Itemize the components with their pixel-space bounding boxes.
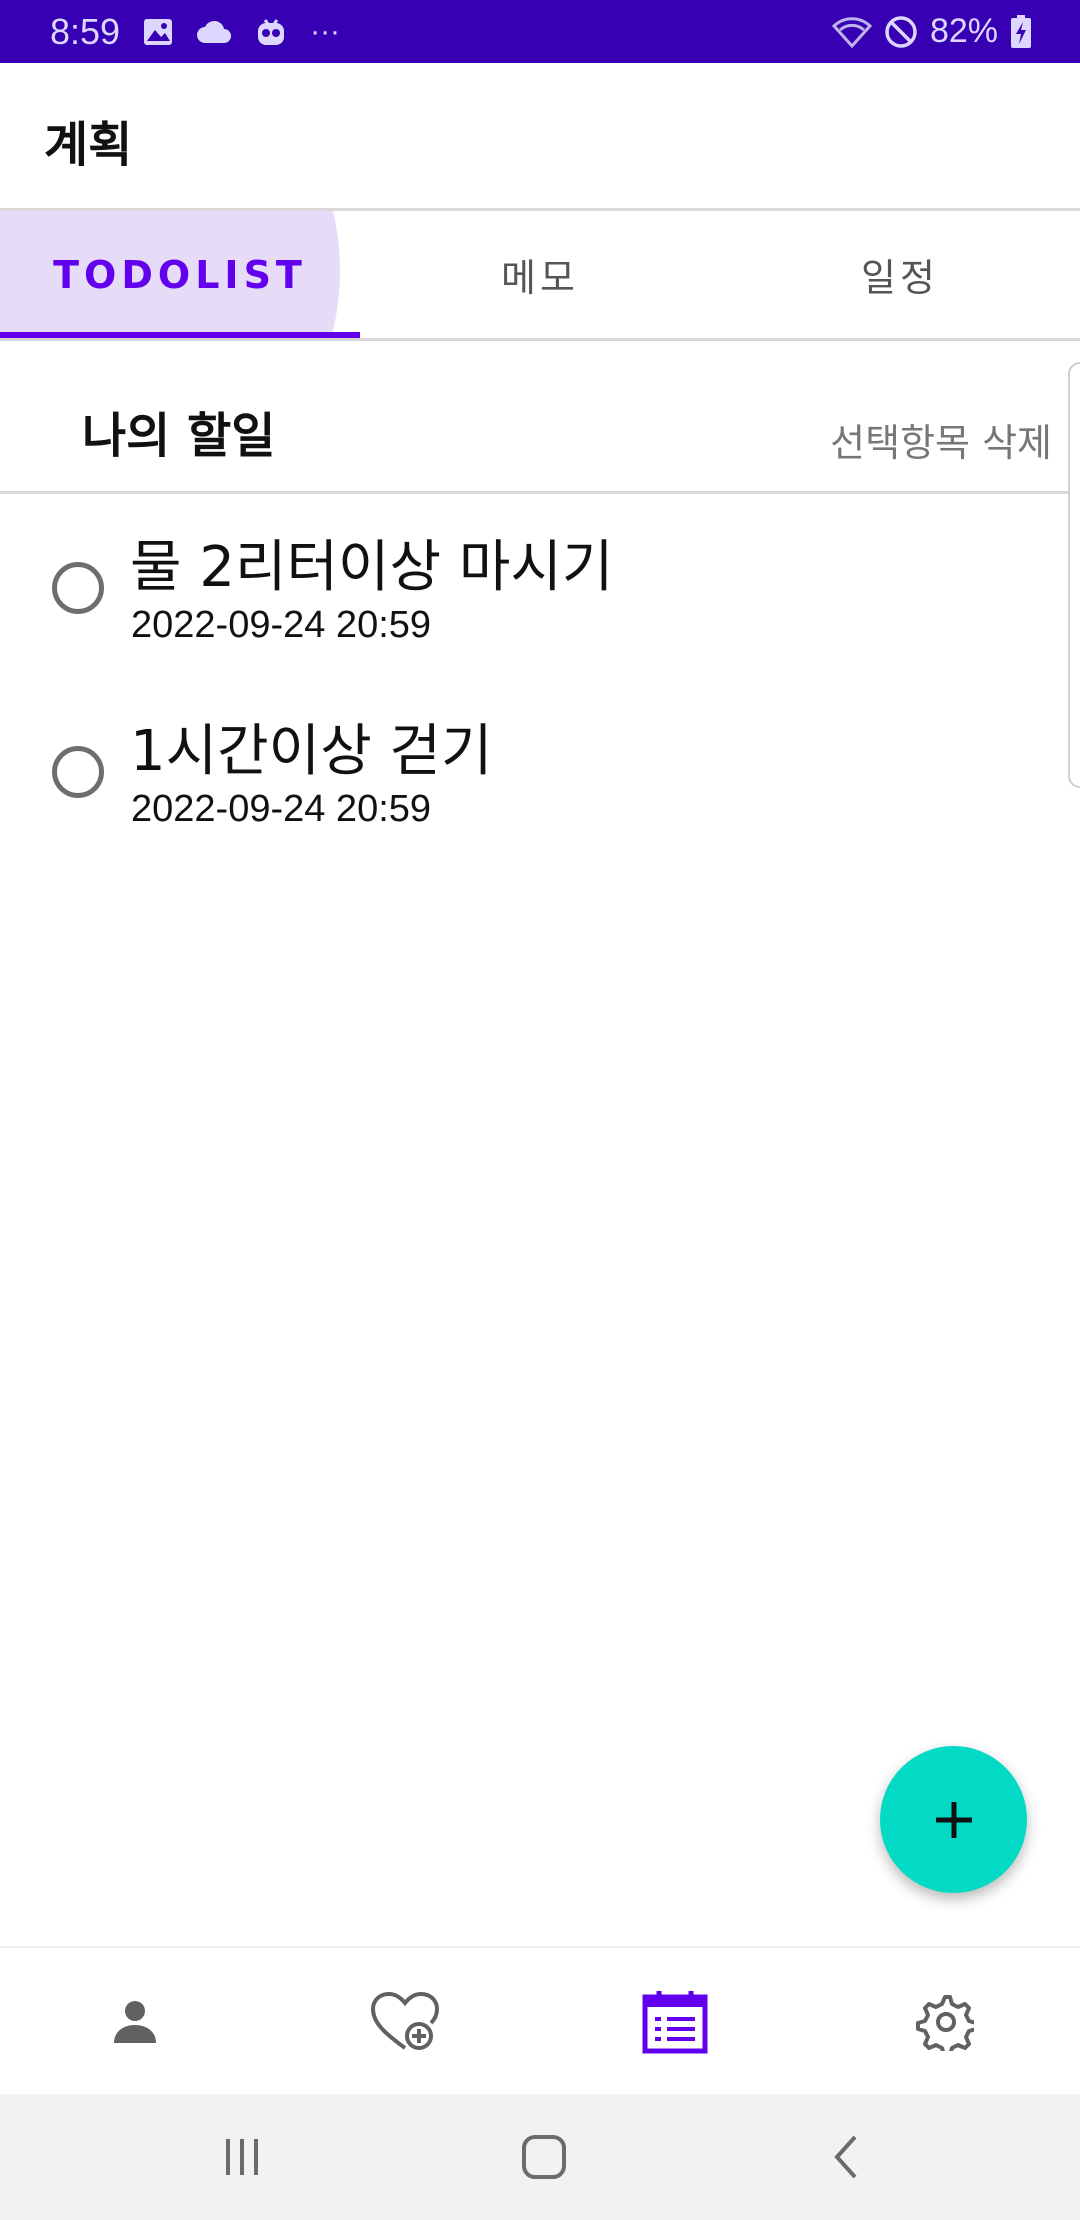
tab-schedule[interactable]: 일정 xyxy=(720,211,1080,338)
todo-date: 2022-09-24 20:59 xyxy=(131,604,432,646)
home-icon xyxy=(521,2134,567,2180)
gear-icon xyxy=(916,1993,974,2051)
battery-charging-icon xyxy=(1010,14,1032,49)
status-time: 8:59 xyxy=(50,10,121,52)
nav-settings[interactable] xyxy=(810,1948,1080,2096)
person-icon xyxy=(110,1997,160,2047)
back-icon xyxy=(831,2134,861,2180)
recent-apps-button[interactable] xyxy=(182,2114,302,2200)
todo-radio-button[interactable] xyxy=(52,746,104,798)
calendar-list-icon xyxy=(641,1989,709,2055)
tab-memo[interactable]: 메모 xyxy=(360,211,720,338)
todo-date: 2022-09-24 20:59 xyxy=(131,788,432,830)
todo-title: 1시간이상 걷기 xyxy=(130,719,493,784)
more-icon: ··· xyxy=(310,14,341,48)
back-button[interactable] xyxy=(786,2114,906,2200)
todo-item[interactable]: 물 2리터이상 마시기 2022-09-24 20:59 xyxy=(0,520,1060,690)
nav-plan[interactable] xyxy=(540,1948,810,2096)
battery-percent: 82% xyxy=(929,12,998,50)
system-navigation-bar xyxy=(0,2094,1080,2220)
tab-indicator xyxy=(0,332,360,338)
bot-icon xyxy=(254,15,288,49)
wifi-icon xyxy=(831,16,872,48)
nav-health[interactable] xyxy=(270,1948,540,2096)
home-button[interactable] xyxy=(484,2114,604,2200)
delete-selected-button[interactable]: 선택항목 삭제 xyxy=(830,412,1052,467)
todo-title: 물 2리터이상 마시기 xyxy=(130,535,614,600)
cloud-icon xyxy=(196,19,232,45)
plus-icon xyxy=(932,1798,976,1842)
side-panel-handle[interactable] xyxy=(1068,362,1080,788)
tab-bar: TODOLIST 메모 일정 xyxy=(0,211,1080,341)
app-bar: 계획 xyxy=(0,63,1080,211)
nav-profile[interactable] xyxy=(0,1948,270,2096)
status-bar: 8:59 ··· 82% xyxy=(0,0,1080,63)
add-todo-button[interactable] xyxy=(880,1746,1027,1893)
todo-radio-button[interactable] xyxy=(52,562,104,614)
tab-todolist[interactable]: TODOLIST xyxy=(0,211,360,338)
gallery-icon xyxy=(142,17,174,47)
do-not-disturb-icon xyxy=(884,15,918,49)
bottom-navigation xyxy=(0,1946,1080,2094)
heart-plus-icon xyxy=(369,1990,441,2054)
page-title: 계획 xyxy=(44,117,133,173)
section-title: 나의 할일 xyxy=(82,408,276,464)
todo-item[interactable]: 1시간이상 걷기 2022-09-24 20:59 xyxy=(0,704,1060,874)
recent-apps-icon xyxy=(220,2137,264,2177)
section-header: 나의 할일 선택항목 삭제 xyxy=(0,344,1080,494)
